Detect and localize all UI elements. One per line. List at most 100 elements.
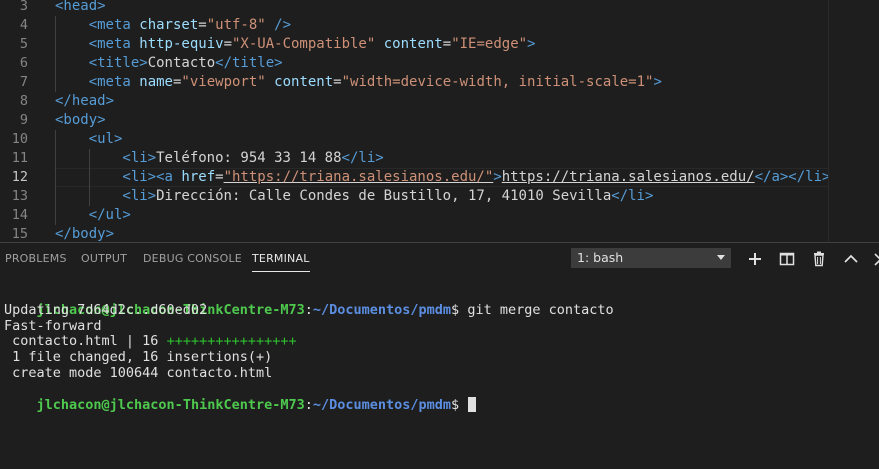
- line-number: 15: [11, 226, 28, 242]
- code-token: <a: [156, 169, 182, 185]
- chevron-down-icon: [717, 255, 725, 260]
- panel-header: PROBLEMS OUTPUT DEBUG CONSOLE TERMINAL 1…: [0, 243, 879, 275]
- code-line[interactable]: 7 <meta name="viewport" content="width=de…: [0, 73, 879, 92]
- code-token: <li>: [122, 150, 157, 166]
- code-line[interactable]: 9 <body>: [0, 111, 879, 130]
- terminal-area[interactable]: jlchacon@jlchacon-ThinkCentre-M73:~/Docu…: [0, 275, 879, 469]
- code-token: <head>: [55, 0, 106, 14]
- prompt-path: ~/Documentos/pmdm: [312, 302, 452, 318]
- terminal-cursor: [468, 397, 477, 412]
- code-line[interactable]: 10 <ul>: [0, 130, 879, 149]
- indent-guide: [55, 54, 56, 73]
- maximize-panel-button[interactable]: [842, 250, 860, 268]
- code-line[interactable]: 15 </body>: [0, 225, 879, 242]
- code-text: <title>Contacto</title>: [89, 54, 283, 73]
- close-icon: [874, 253, 879, 266]
- code-token: content: [383, 36, 443, 52]
- indent-guide: [55, 206, 56, 225]
- prompt-separator: :: [304, 397, 313, 413]
- code-line[interactable]: 3 <head>: [0, 0, 879, 16]
- terminal-select-value: 1: bash: [577, 250, 624, 265]
- code-line[interactable]: 4 <meta charset="utf-8" />: [0, 16, 879, 35]
- plus-icon: [749, 253, 761, 265]
- line-number: 8: [19, 93, 28, 109]
- indent-guide: [88, 187, 90, 206]
- code-token: </li>: [341, 150, 384, 166]
- terminal-select[interactable]: 1: bash: [571, 248, 731, 268]
- tab-output[interactable]: OUTPUT: [81, 252, 127, 265]
- code-token: <meta: [88, 17, 140, 33]
- trash-icon: [814, 251, 824, 267]
- terminal-output-line: 1 file changed, 16 insertions(+): [4, 349, 273, 365]
- code-text: <li>Teléfono: 954 33 14 88</li>: [122, 149, 383, 168]
- line-number: 11: [11, 150, 28, 166]
- split-terminal-button[interactable]: [778, 250, 796, 268]
- code-editor[interactable]: 3 <head> 4 <meta charset="utf-8" /> 5 <meta h…: [0, 0, 879, 242]
- code-text: <body>: [55, 111, 106, 130]
- prompt-end: $: [451, 302, 468, 318]
- indent-guide: [55, 168, 56, 187]
- kill-terminal-button[interactable]: [810, 250, 828, 268]
- code-line[interactable]: 6 <title>Contacto</title>: [0, 54, 879, 73]
- code-line[interactable]: 11 <li>Teléfono: 954 33 14 88</li>: [0, 149, 879, 168]
- editor-minimap: [828, 0, 879, 242]
- code-token: "https://triana.salesianos.edu/": [223, 169, 494, 185]
- new-terminal-button[interactable]: [746, 250, 764, 268]
- code-text: </ul>: [89, 206, 131, 225]
- code-line[interactable]: 12 <li><a href="https://triana.salesianos…: [0, 168, 879, 187]
- chevron-up-icon: [844, 254, 858, 263]
- indent-guide: [55, 35, 56, 54]
- prompt-separator: :: [304, 302, 313, 318]
- code-token: >: [527, 36, 536, 52]
- code-text: </head>: [55, 92, 114, 111]
- code-line[interactable]: 5 <meta http-equiv="X-UA-Compatible" cont…: [0, 35, 879, 54]
- code-token: >: [493, 169, 502, 185]
- indent-guide: [55, 16, 56, 35]
- prompt-user: jlchacon@jlchacon-ThinkCentre-M73: [36, 397, 305, 413]
- line-number: 14: [11, 207, 28, 223]
- line-number: 4: [19, 17, 28, 33]
- code-text: <li>Dirección: Calle Condes de Bustillo,…: [122, 187, 653, 206]
- code-token: "utf-8": [206, 17, 266, 33]
- code-token: Contacto: [147, 55, 216, 71]
- tab-terminal[interactable]: TERMINAL: [252, 252, 310, 272]
- indent-guide: [55, 130, 56, 149]
- indent-guide: [55, 187, 56, 206]
- code-token: charset: [139, 17, 199, 33]
- code-token: "IE=edge": [451, 36, 528, 52]
- code-token: =: [198, 17, 207, 33]
- indent-guide: [88, 168, 90, 187]
- diff-stat-file: contacto.html | 16: [4, 333, 167, 349]
- code-text: <head>: [55, 0, 106, 16]
- code-line[interactable]: 13 <li>Dirección: Calle Condes de Bustill…: [0, 187, 879, 206]
- line-number: 10: [11, 131, 28, 147]
- tab-problems[interactable]: PROBLEMS: [5, 252, 67, 265]
- code-token: content: [274, 74, 334, 90]
- line-number: 3: [19, 0, 28, 14]
- code-token: =: [442, 36, 452, 52]
- code-token: "width=device-width, initial-scale=1": [341, 74, 654, 90]
- terminal-command: git merge contacto: [467, 302, 614, 318]
- close-panel-button[interactable]: [872, 250, 879, 268]
- code-token: </a></li>: [754, 169, 831, 185]
- terminal-command-line: jlchacon@jlchacon-ThinkCentre-M73:~/Docu…: [4, 286, 614, 318]
- code-token: </ul>: [88, 207, 131, 223]
- code-token: Teléfono: 954 33 14 88: [156, 150, 342, 166]
- code-line[interactable]: 8 </head>: [0, 92, 879, 111]
- code-line[interactable]: 14 </ul>: [0, 206, 879, 225]
- code-token: "X-UA-Compatible": [232, 36, 376, 52]
- code-token: https://triana.salesianos.edu/: [501, 169, 755, 185]
- diff-plus-bar: ++++++++++++++++: [166, 333, 297, 349]
- split-icon: [779, 252, 795, 266]
- code-token: "viewport": [181, 74, 266, 90]
- code-token: <body>: [55, 112, 106, 128]
- terminal-output-line: Fast-forward: [4, 318, 102, 334]
- indent-guide: [88, 149, 90, 168]
- terminal-output-line: contacto.html | 16 ++++++++++++++++: [4, 333, 297, 349]
- code-token: =: [223, 36, 232, 52]
- code-token: <title>: [88, 55, 148, 71]
- code-token: <li>: [122, 169, 157, 185]
- tab-debug-console[interactable]: DEBUG CONSOLE: [143, 252, 242, 265]
